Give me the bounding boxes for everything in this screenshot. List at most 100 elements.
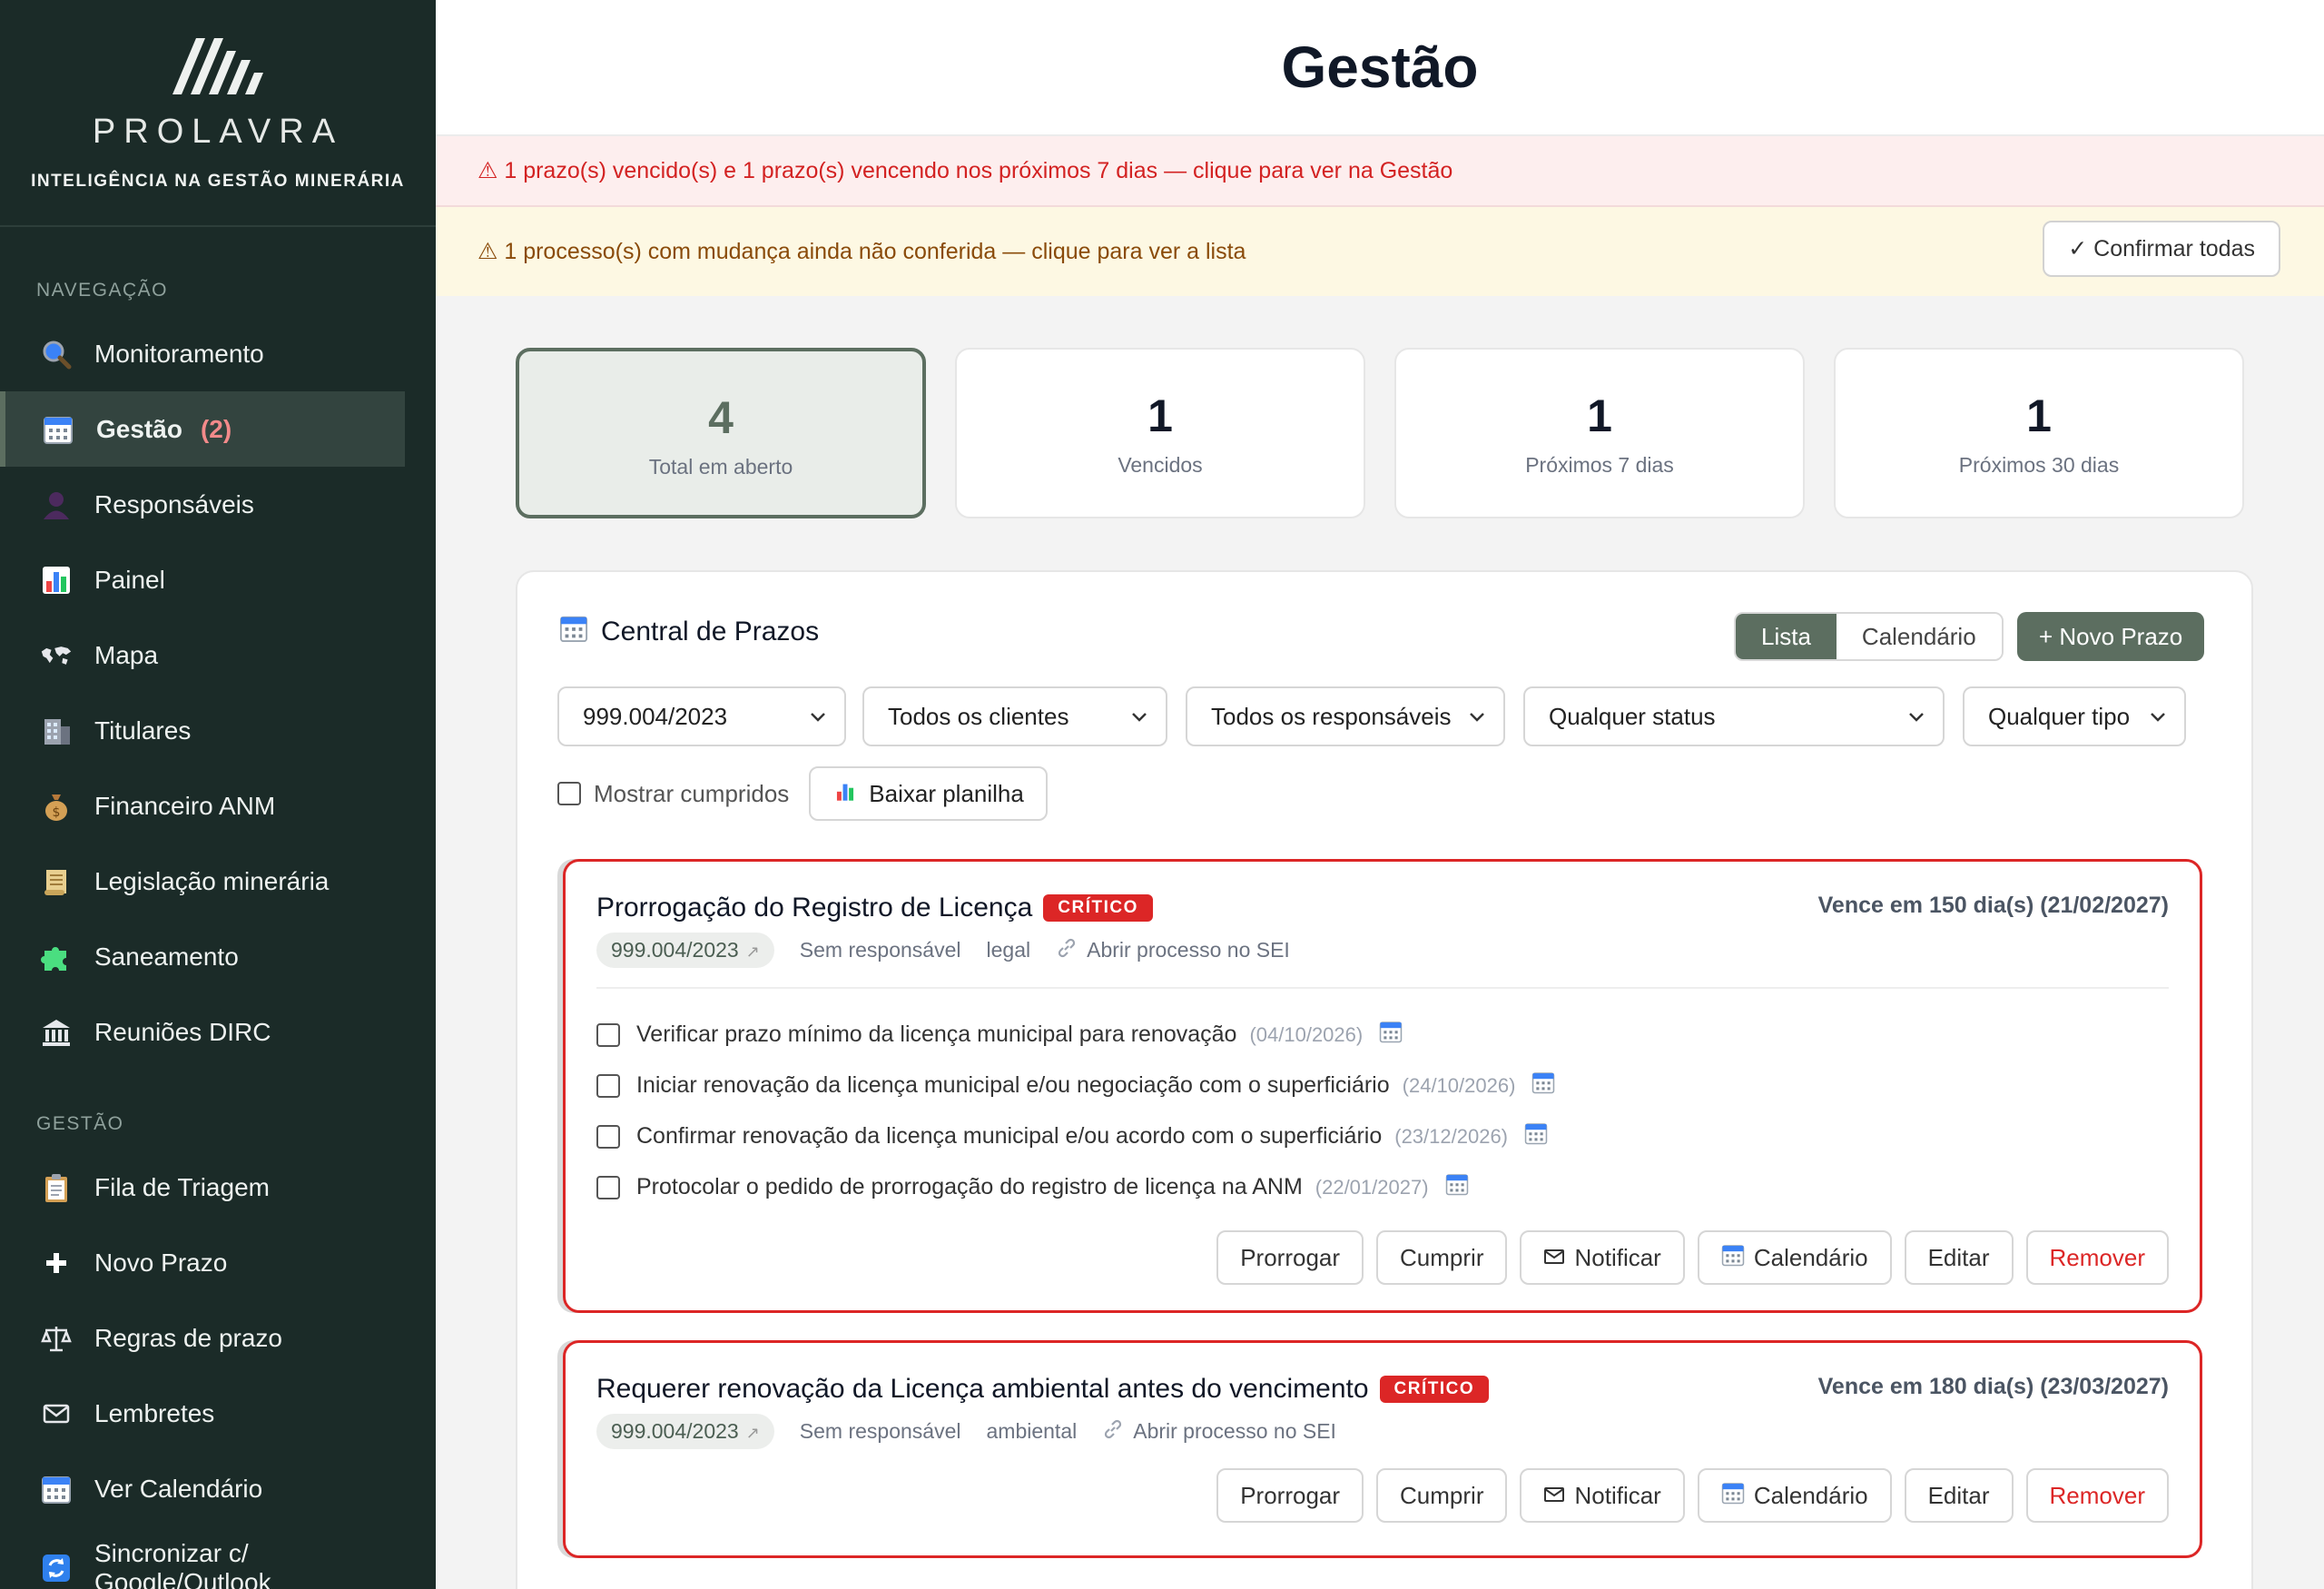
- sidebar-item-legislacao[interactable]: Legislação minerária: [0, 844, 405, 919]
- chevron-down-icon: [1132, 713, 1147, 722]
- sidebar-item-label: Fila de Triagem: [94, 1172, 270, 1201]
- sidebar-item-reunioes-dirc[interactable]: Reuniões DIRC: [0, 994, 405, 1070]
- subtask-checkbox[interactable]: [596, 1175, 620, 1199]
- sidebar-item-label: Regras de prazo: [94, 1323, 283, 1352]
- link-icon: [1056, 937, 1078, 964]
- responsibles-filter-select[interactable]: Todos os responsáveis: [1186, 686, 1505, 746]
- gestao-count-badge: (2): [200, 414, 232, 443]
- extend-button[interactable]: Prorrogar: [1216, 1468, 1364, 1523]
- remove-button[interactable]: Remover: [2025, 1230, 2169, 1285]
- sidebar-item-label: Financeiro ANM: [94, 791, 276, 820]
- sidebar-item-gestao[interactable]: Gestão (2): [0, 391, 405, 467]
- status-filter-select[interactable]: Qualquer status: [1523, 686, 1945, 746]
- subtask-text: Confirmar renovação da licença municipal…: [636, 1123, 1383, 1149]
- type-filter-value: Qualquer tipo: [1988, 702, 2131, 730]
- process-filter-value: 999.004/2023: [583, 702, 728, 730]
- sidebar-item-financeiro-anm[interactable]: $ Financeiro ANM: [0, 768, 405, 844]
- sidebar-item-lembretes[interactable]: Lembretes: [0, 1376, 405, 1451]
- show-done-checkbox[interactable]: [557, 782, 581, 805]
- subtask-checkbox[interactable]: [596, 1124, 620, 1149]
- calendar-button[interactable]: Calendário: [1697, 1468, 1892, 1523]
- stats-row: 4 Total em aberto 1 Vencidos 1 Próximos …: [516, 348, 2251, 520]
- deadline-title-text: Requerer renovação da Licença ambiental …: [596, 1374, 1369, 1404]
- stat-card-overdue[interactable]: 1 Vencidos: [955, 348, 1365, 518]
- sidebar-item-sincronizar[interactable]: Sincronizar c/ Google/Outlook: [0, 1526, 405, 1589]
- calendar-icon: [559, 614, 588, 650]
- stat-value: 1: [1147, 390, 1173, 441]
- fulfill-button[interactable]: Cumprir: [1376, 1468, 1508, 1523]
- deadline-title-text: Prorrogação do Registro de Licença: [596, 893, 1033, 923]
- responsibles-filter-value: Todos os responsáveis: [1211, 702, 1452, 730]
- clients-filter-value: Todos os clientes: [888, 702, 1069, 730]
- sidebar-item-novo-prazo[interactable]: Novo Prazo: [0, 1225, 405, 1300]
- central-title: Central de Prazos: [559, 614, 819, 650]
- deadlines-central-card: Central de Prazos Lista Calendário + Nov…: [516, 570, 2253, 1589]
- view-list-button[interactable]: Lista: [1736, 614, 1837, 659]
- overdue-alert-banner[interactable]: ⚠ 1 prazo(s) vencido(s) e 1 prazo(s) ven…: [436, 136, 2324, 207]
- sidebar-item-label: Gestão: [96, 414, 182, 443]
- brand-name: PROLAVRA: [92, 113, 344, 151]
- sidebar-item-responsaveis[interactable]: Responsáveis: [0, 467, 405, 542]
- confirm-all-button[interactable]: ✓ Confirmar todas: [2043, 221, 2280, 277]
- add-to-calendar-icon[interactable]: [1445, 1172, 1469, 1202]
- edit-button[interactable]: Editar: [1904, 1230, 2014, 1285]
- process-pill[interactable]: 999.004/2023 ↗: [596, 1414, 774, 1449]
- page-title: Gestão: [1281, 35, 1479, 100]
- extend-button[interactable]: Prorrogar: [1216, 1230, 1364, 1285]
- stat-card-next-30-days[interactable]: 1 Próximos 30 dias: [1834, 348, 2244, 518]
- main-content: Gestão ⚠ 1 prazo(s) vencido(s) e 1 prazo…: [436, 0, 2324, 1589]
- process-pill[interactable]: 999.004/2023 ↗: [596, 933, 774, 968]
- svg-text:$: $: [53, 805, 61, 820]
- view-calendar-button[interactable]: Calendário: [1836, 614, 2002, 659]
- sidebar-item-mapa[interactable]: Mapa: [0, 617, 405, 693]
- deadline-item: Prorrogação do Registro de Licença CRÍTI…: [563, 859, 2202, 1313]
- sidebar-item-titulares[interactable]: Titulares: [0, 693, 405, 768]
- process-filter-select[interactable]: 999.004/2023: [557, 686, 846, 746]
- add-to-calendar-icon[interactable]: [1524, 1121, 1548, 1151]
- changes-alert-banner[interactable]: ⚠ 1 processo(s) com mudança ainda não co…: [436, 207, 2324, 296]
- remove-button[interactable]: Remover: [2025, 1468, 2169, 1523]
- changes-alert-text[interactable]: ⚠ 1 processo(s) com mudança ainda não co…: [478, 238, 1246, 265]
- new-deadline-button[interactable]: + Novo Prazo: [2017, 612, 2205, 661]
- fulfill-button[interactable]: Cumprir: [1376, 1230, 1508, 1285]
- edit-button[interactable]: Editar: [1904, 1468, 2014, 1523]
- sidebar-item-ver-calendario[interactable]: Ver Calendário: [0, 1451, 405, 1526]
- subtask-checkbox[interactable]: [596, 1022, 620, 1047]
- sidebar-item-label: Titulares: [94, 716, 192, 745]
- open-sei-link[interactable]: Abrir processo no SEI: [1087, 938, 1290, 962]
- stat-card-next-7-days[interactable]: 1 Próximos 7 dias: [1394, 348, 1805, 518]
- clipboard-icon: [40, 1171, 73, 1204]
- sidebar-item-painel[interactable]: Painel: [0, 542, 405, 617]
- notify-label: Notificar: [1574, 1481, 1661, 1509]
- add-to-calendar-icon[interactable]: [1379, 1020, 1403, 1050]
- open-sei-link[interactable]: Abrir processo no SEI: [1133, 1419, 1336, 1444]
- sidebar-item-regras-prazo[interactable]: Regras de prazo: [0, 1300, 405, 1376]
- add-to-calendar-icon[interactable]: [1531, 1071, 1555, 1100]
- sidebar: PROLAVRA INTELIGÊNCIA NA GESTÃO MINERÁRI…: [0, 0, 436, 1589]
- calendar-icon: [1721, 1243, 1745, 1273]
- type-filter-select[interactable]: Qualquer tipo: [1963, 686, 2186, 746]
- view-toggle: Lista Calendário: [1734, 612, 2004, 661]
- download-spreadsheet-button[interactable]: Baixar planilha: [809, 766, 1048, 821]
- calendar-icon: [42, 413, 74, 446]
- sidebar-item-label: Lembretes: [94, 1398, 215, 1427]
- notify-button[interactable]: Notificar: [1520, 1468, 1685, 1523]
- stat-card-total-open[interactable]: 4 Total em aberto: [516, 348, 926, 518]
- clients-filter-select[interactable]: Todos os clientes: [862, 686, 1167, 746]
- show-done-label[interactable]: Mostrar cumpridos: [594, 780, 789, 808]
- link-icon: [1102, 1418, 1124, 1446]
- subtask-checkbox[interactable]: [596, 1073, 620, 1098]
- responsible-label: Sem responsável: [799, 938, 961, 962]
- sync-label-line2: Google/Outlook: [94, 1568, 271, 1589]
- sidebar-item-monitoramento[interactable]: Monitoramento: [0, 316, 405, 391]
- notify-button[interactable]: Notificar: [1520, 1230, 1685, 1285]
- sidebar-item-fila-triagem[interactable]: Fila de Triagem: [0, 1150, 405, 1225]
- critical-badge: CRÍTICO: [1043, 894, 1153, 922]
- deadline-actions: Prorrogar Cumprir Notificar Calendário E…: [1204, 1230, 2169, 1285]
- stat-label: Vencidos: [1118, 453, 1203, 477]
- bar-chart-icon: [832, 778, 858, 810]
- status-filter-value: Qualquer status: [1549, 702, 1716, 730]
- calendar-button[interactable]: Calendário: [1697, 1230, 1892, 1285]
- due-text: Vence em 180 dia(s) (23/03/2027): [1817, 1374, 2169, 1399]
- sidebar-item-saneamento[interactable]: Saneamento: [0, 919, 405, 994]
